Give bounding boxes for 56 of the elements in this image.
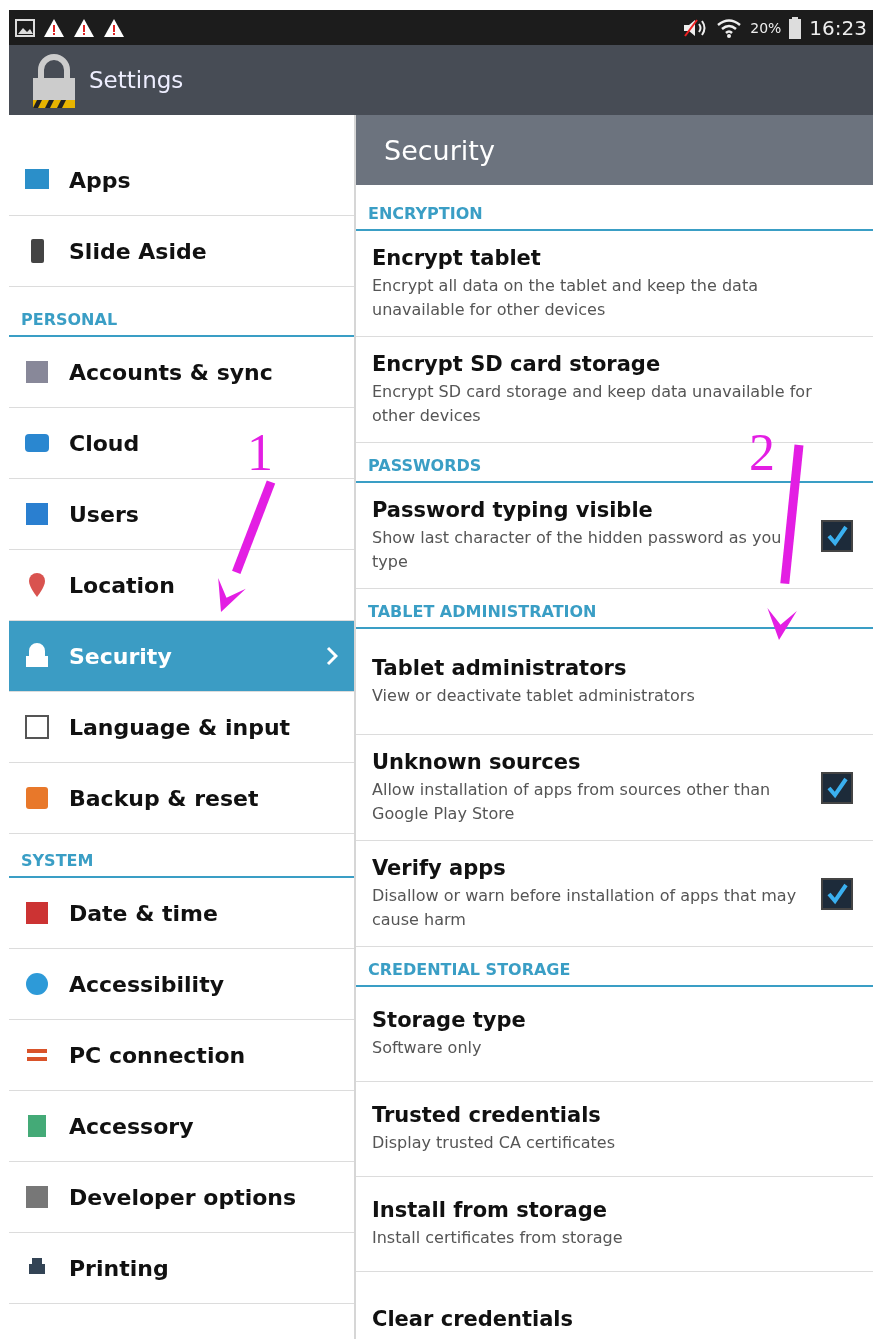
checkbox[interactable]: [821, 771, 853, 804]
section-header: ENCRYPTION: [368, 204, 483, 223]
setting-row[interactable]: Install from storage Install certificates from storage: [356, 1177, 873, 1272]
section-header: CREDENTIAL STORAGE: [368, 960, 571, 979]
setting-icon: [23, 358, 51, 386]
setting-row[interactable]: Unknown sources Allow installation of apps from sources other than Google Play Store: [356, 735, 873, 841]
setting-row[interactable]: Encrypt tablet Encrypt all data on the tablet and keep the data unavailable for other devices: [356, 231, 873, 337]
setting-row[interactable]: Verify apps Disallow or warn before installation of apps that may cause harm: [356, 841, 873, 947]
panel-title: Security: [384, 134, 495, 166]
section-header: SYSTEM: [21, 851, 94, 870]
setting-icon: [23, 500, 51, 528]
setting-row[interactable]: Clear credentials: [356, 1272, 873, 1339]
setting-icon: [23, 713, 51, 741]
setting-icon: [23, 642, 51, 670]
setting-summary: Show last character of the hidden password as you type: [372, 527, 783, 573]
checkbox[interactable]: [821, 519, 853, 552]
setting-title: Encrypt SD card storage: [372, 352, 662, 377]
setting-title: Unknown sources: [372, 750, 582, 775]
picture-icon: [15, 18, 35, 37]
step-number: 1: [247, 424, 273, 481]
setting-icon: [23, 1183, 51, 1211]
warning-icon: [103, 17, 125, 38]
setting-summary: Encrypt SD card storage and keep data unavailable for other devices: [372, 381, 813, 427]
warning-icon: [43, 17, 65, 38]
setting-summary: Encrypt all data on the tablet and keep the data unavailable for other devices: [372, 275, 759, 321]
setting-title: Password typing visible: [372, 498, 654, 523]
setting-summary: Install certificates from storage: [372, 1227, 624, 1250]
setting-title: Install from storage: [372, 1198, 609, 1223]
setting-summary: Display trusted CA certificates: [372, 1132, 617, 1155]
setting-title: Clear credentials: [372, 1307, 575, 1331]
chevron-icon: [326, 646, 338, 666]
wifi-icon: [716, 17, 743, 38]
setting-row[interactable]: Storage type Software only: [356, 987, 873, 1082]
section-header: PERSONAL: [21, 310, 118, 329]
setting-summary: View or deactivate tablet administrators: [372, 684, 696, 707]
setting-icon: [23, 899, 51, 927]
setting-title: Encrypt tablet: [372, 246, 542, 271]
setting-title: Tablet administrators: [372, 655, 628, 680]
setting-summary: Disallow or warn before installation of apps that may cause harm: [372, 885, 798, 931]
setting-row[interactable]: Trusted credentials Display trusted CA certificates: [356, 1082, 873, 1177]
warning-icon: [73, 17, 95, 38]
setting-title: Storage type: [372, 1008, 527, 1033]
setting-title: Verify apps: [372, 856, 507, 881]
setting-row[interactable]: Password typing visible Show last character of the hidden password as you type: [356, 483, 873, 589]
app-title: Settings: [89, 67, 184, 93]
section-header: TABLET ADMINISTRATION: [368, 602, 597, 621]
battery-percent: 20%: [750, 19, 782, 36]
setting-icon: [23, 970, 51, 998]
battery-icon: [789, 16, 802, 39]
clock: 16:23: [809, 15, 867, 40]
checkbox[interactable]: [821, 877, 853, 910]
section-header: PASSWORDS: [368, 456, 482, 475]
setting-summary: Allow installation of apps from sources other than Google Play Store: [372, 779, 772, 825]
setting-summary: Software only: [372, 1037, 483, 1060]
setting-icon: [23, 784, 51, 812]
setting-title: Trusted credentials: [372, 1103, 602, 1128]
